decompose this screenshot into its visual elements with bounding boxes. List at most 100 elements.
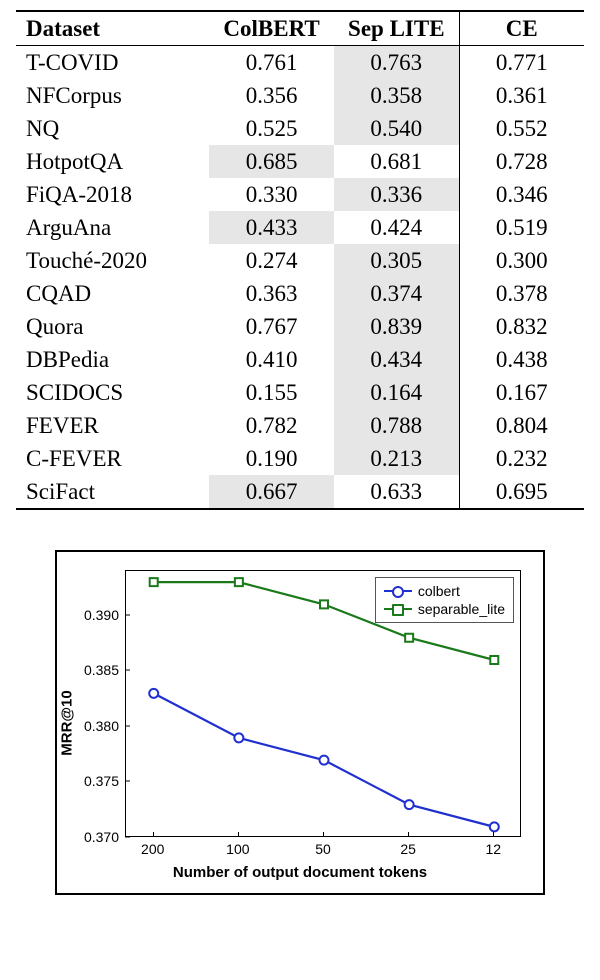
table-row: SciFact0.6670.6330.695 [16, 475, 584, 509]
header-dataset: Dataset [16, 11, 209, 46]
cell-colbert: 0.363 [209, 277, 334, 310]
x-tick-mark [408, 832, 409, 837]
data-point [149, 689, 158, 698]
x-tick-label: 25 [400, 841, 416, 857]
cell-dataset: NFCorpus [16, 79, 209, 112]
x-tick-mark [238, 832, 239, 837]
cell-dataset: T-COVID [16, 46, 209, 80]
y-tick-label: 0.385 [57, 662, 119, 678]
cell-colbert: 0.685 [209, 145, 334, 178]
cell-seplite: 0.358 [334, 79, 459, 112]
cell-dataset: DBPedia [16, 343, 209, 376]
cell-seplite: 0.633 [334, 475, 459, 509]
cell-seplite: 0.434 [334, 343, 459, 376]
legend: colbert separable_lite [375, 577, 514, 623]
data-point [235, 578, 243, 586]
legend-label-colbert: colbert [418, 582, 460, 600]
legend-label-seplite: separable_lite [418, 600, 505, 618]
cell-seplite: 0.305 [334, 244, 459, 277]
table-row: SCIDOCS0.1550.1640.167 [16, 376, 584, 409]
cell-dataset: SciFact [16, 475, 209, 509]
data-point [490, 822, 499, 831]
cell-colbert: 0.274 [209, 244, 334, 277]
table-row: T-COVID0.7610.7630.771 [16, 46, 584, 80]
cell-seplite: 0.681 [334, 145, 459, 178]
header-colbert: ColBERT [209, 11, 334, 46]
plot-area: colbert separable_lite [125, 570, 521, 837]
data-point [320, 756, 329, 765]
cell-ce: 0.695 [459, 475, 584, 509]
cell-seplite: 0.839 [334, 310, 459, 343]
data-point [234, 733, 243, 742]
x-tick-label: 50 [315, 841, 331, 857]
table-row: NQ0.5250.5400.552 [16, 112, 584, 145]
cell-seplite: 0.336 [334, 178, 459, 211]
cell-dataset: CQAD [16, 277, 209, 310]
x-tick-mark [153, 832, 154, 837]
cell-dataset: Quora [16, 310, 209, 343]
cell-dataset: HotpotQA [16, 145, 209, 178]
table-row: HotpotQA0.6850.6810.728 [16, 145, 584, 178]
cell-colbert: 0.356 [209, 79, 334, 112]
table-row: Quora0.7670.8390.832 [16, 310, 584, 343]
table-row: CQAD0.3630.3740.378 [16, 277, 584, 310]
y-tick-label: 0.380 [57, 718, 119, 734]
cell-seplite: 0.374 [334, 277, 459, 310]
cell-ce: 0.832 [459, 310, 584, 343]
cell-ce: 0.378 [459, 277, 584, 310]
x-tick-mark [323, 832, 324, 837]
table-header-row: Dataset ColBERT Sep LITE CE [16, 11, 584, 46]
y-tick-label: 0.390 [57, 607, 119, 623]
cell-dataset: FEVER [16, 409, 209, 442]
table-row: NFCorpus0.3560.3580.361 [16, 79, 584, 112]
cell-ce: 0.728 [459, 145, 584, 178]
x-tick-label: 100 [226, 841, 249, 857]
cell-colbert: 0.782 [209, 409, 334, 442]
cell-seplite: 0.164 [334, 376, 459, 409]
x-tick-mark [493, 832, 494, 837]
y-tick-mark [125, 670, 130, 671]
data-point [150, 578, 158, 586]
cell-ce: 0.361 [459, 79, 584, 112]
header-ce: CE [459, 11, 584, 46]
x-tick-label: 200 [141, 841, 164, 857]
cell-dataset: FiQA-2018 [16, 178, 209, 211]
cell-ce: 0.167 [459, 376, 584, 409]
cell-ce: 0.771 [459, 46, 584, 80]
cell-colbert: 0.433 [209, 211, 334, 244]
chart-container: MRR@10 Number of output document tokens … [55, 550, 545, 895]
x-axis-label: Number of output document tokens [173, 864, 427, 881]
table-row: FEVER0.7820.7880.804 [16, 409, 584, 442]
table-row: DBPedia0.4100.4340.438 [16, 343, 584, 376]
cell-colbert: 0.155 [209, 376, 334, 409]
data-point [405, 634, 413, 642]
cell-seplite: 0.540 [334, 112, 459, 145]
table-row: ArguAna0.4330.4240.519 [16, 211, 584, 244]
table-row: FiQA-20180.3300.3360.346 [16, 178, 584, 211]
cell-colbert: 0.190 [209, 442, 334, 475]
cell-seplite: 0.763 [334, 46, 459, 80]
cell-colbert: 0.767 [209, 310, 334, 343]
cell-colbert: 0.410 [209, 343, 334, 376]
table-row: C-FEVER0.1900.2130.232 [16, 442, 584, 475]
cell-ce: 0.552 [459, 112, 584, 145]
y-tick-mark [125, 781, 130, 782]
cell-ce: 0.232 [459, 442, 584, 475]
x-tick-label: 12 [485, 841, 501, 857]
cell-colbert: 0.667 [209, 475, 334, 509]
legend-item-seplite: separable_lite [384, 600, 505, 618]
legend-swatch-seplite [384, 608, 412, 610]
cell-ce: 0.300 [459, 244, 584, 277]
cell-dataset: ArguAna [16, 211, 209, 244]
results-table: Dataset ColBERT Sep LITE CE T-COVID0.761… [16, 10, 584, 510]
data-point [405, 800, 414, 809]
y-tick-mark [125, 614, 130, 615]
cell-dataset: NQ [16, 112, 209, 145]
cell-ce: 0.438 [459, 343, 584, 376]
cell-colbert: 0.761 [209, 46, 334, 80]
y-tick-label: 0.375 [57, 773, 119, 789]
cell-ce: 0.804 [459, 409, 584, 442]
data-point [490, 656, 498, 664]
header-seplite: Sep LITE [334, 11, 459, 46]
cell-ce: 0.519 [459, 211, 584, 244]
